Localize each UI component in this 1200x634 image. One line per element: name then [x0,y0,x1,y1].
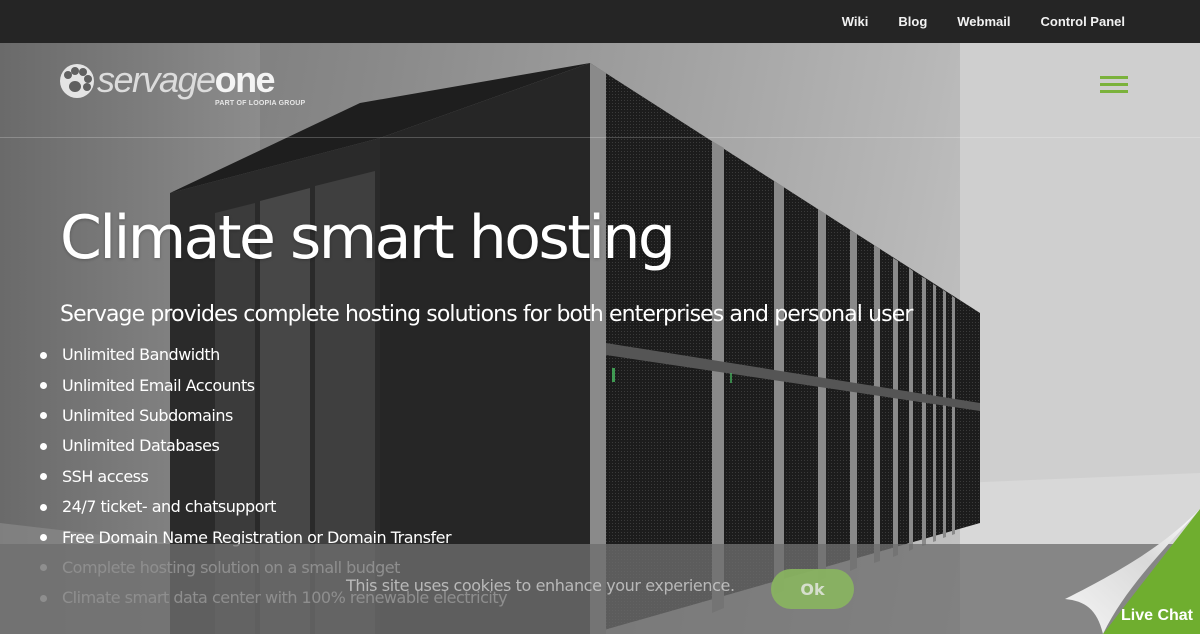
feature-item: Unlimited Bandwidth [38,340,507,370]
logo-one: one [214,59,276,100]
hero-title: Climate smart hosting [60,203,676,273]
top-nav-blog[interactable]: Blog [898,14,927,29]
logo-wordmark: servageone [97,59,276,100]
header-divider [0,137,1200,138]
feature-item: Unlimited Subdomains [38,401,507,431]
top-nav-wiki[interactable]: Wiki [842,14,869,29]
bullet-icon [40,473,47,481]
feature-text: 24/7 ticket- and chatsupport [62,497,276,517]
bullet-icon [40,412,47,420]
hamburger-icon [1100,76,1128,79]
bullet-icon [40,534,47,542]
hamburger-menu-button[interactable] [1100,76,1128,95]
hamburger-icon-line [1100,90,1128,93]
feature-item: SSH access [38,462,507,492]
top-nav-webmail[interactable]: Webmail [957,14,1010,29]
top-bar: Wiki Blog Webmail Control Panel [0,0,1200,43]
feature-text: SSH access [62,466,149,486]
cookie-banner: This site uses cookies to enhance your e… [0,544,1200,634]
logo-servage: servage [97,59,216,100]
feature-text: Unlimited Email Accounts [62,375,255,395]
feature-text: Unlimited Subdomains [62,405,233,425]
bullet-icon [40,382,47,390]
live-chat-button[interactable]: Live Chat [1065,509,1200,634]
top-nav: Wiki Blog Webmail Control Panel [812,0,1125,43]
hamburger-icon-line [1100,83,1128,86]
feature-item: Unlimited Email Accounts [38,370,507,400]
feature-item: Unlimited Databases [38,431,507,461]
cookie-ok-button[interactable]: Ok [771,569,854,609]
hero-subtitle: Servage provides complete hosting soluti… [60,302,913,327]
cookie-message: This site uses cookies to enhance your e… [346,576,735,595]
bullet-icon [40,351,47,359]
logo-mark-icon [60,64,94,98]
feature-text: Unlimited Bandwidth [62,345,220,365]
top-nav-control-panel[interactable]: Control Panel [1040,14,1125,29]
live-chat-label: Live Chat [1120,607,1193,624]
bullet-icon [40,503,47,511]
bullet-icon [40,442,47,450]
feature-text: Unlimited Databases [62,436,220,456]
logo[interactable]: servageone PART OF LOOPIA GROUP [60,59,305,107]
logo-tagline: PART OF LOOPIA GROUP [215,100,306,107]
feature-item: 24/7 ticket- and chatsupport [38,492,507,522]
